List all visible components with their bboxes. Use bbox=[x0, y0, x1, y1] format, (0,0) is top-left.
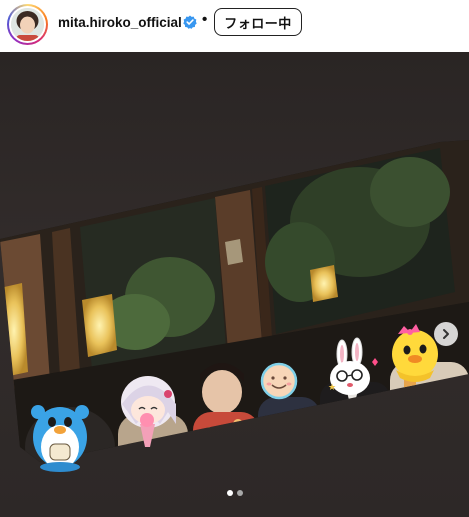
verified-badge-icon bbox=[183, 15, 197, 29]
svg-text:★: ★ bbox=[328, 382, 336, 392]
following-button[interactable]: フォロー中 bbox=[214, 8, 302, 36]
carousel-dot bbox=[236, 490, 243, 496]
avatar[interactable] bbox=[7, 4, 48, 45]
group-photo: ★ bbox=[0, 140, 469, 472]
next-slide-button[interactable] bbox=[434, 322, 458, 346]
instagram-post: mita.hiroko_official • フォロー中 ★ bbox=[0, 0, 469, 517]
post-media[interactable]: ★ bbox=[0, 52, 469, 517]
carousel-indicator bbox=[0, 490, 469, 496]
username-link[interactable]: mita.hiroko_official bbox=[58, 15, 182, 30]
separator-dot: • bbox=[202, 11, 208, 28]
carousel-dot-active bbox=[226, 490, 233, 496]
avatar-photo bbox=[11, 8, 44, 41]
post-header: mita.hiroko_official • フォロー中 bbox=[0, 0, 469, 52]
chevron-right-icon bbox=[443, 329, 449, 339]
